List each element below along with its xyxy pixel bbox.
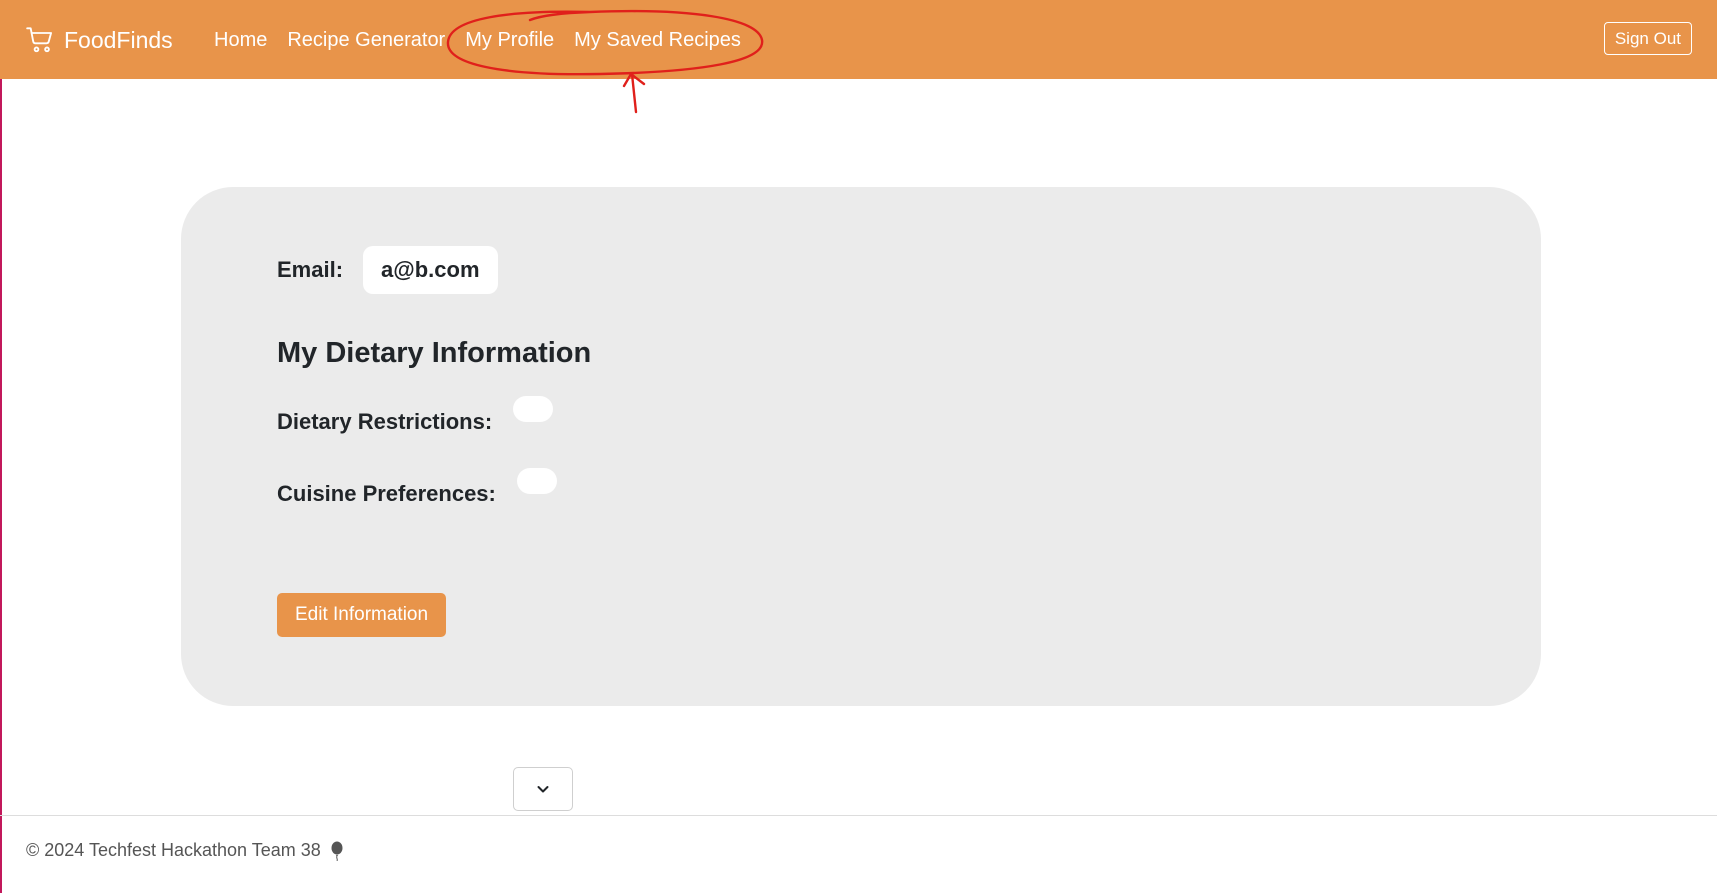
cart-icon — [26, 27, 53, 53]
dietary-restrictions-label: Dietary Restrictions: — [277, 409, 493, 434]
edit-information-button[interactable]: Edit Information — [277, 593, 447, 637]
footer-text: © 2024 Techfest Hackathon Team 38 — [26, 840, 321, 860]
dietary-section-title: My Dietary Information — [277, 337, 592, 369]
nav-links: Home Recipe Generator My Profile My Save… — [214, 26, 761, 54]
cuisine-preferences-label: Cuisine Preferences: — [277, 481, 496, 506]
footer-copyright: © 2024 Techfest Hackathon Team 38 — [26, 840, 345, 861]
email-row: Email: a@b.com — [277, 246, 498, 294]
sign-out-button[interactable]: Sign Out — [1603, 22, 1692, 55]
chevron-down-icon — [537, 786, 549, 793]
cuisine-preferences-row: Cuisine Preferences: — [277, 468, 557, 507]
balloon-icon — [331, 841, 343, 861]
top-navbar: FoodFinds Home Recipe Generator My Profi… — [0, 0, 1717, 79]
nav-link-recipe-generator[interactable]: Recipe Generator — [287, 26, 445, 54]
dietary-restrictions-row: Dietary Restrictions: — [277, 396, 554, 435]
page-footer: © 2024 Techfest Hackathon Team 38 — [0, 815, 1717, 893]
email-label: Email: — [277, 257, 344, 282]
nav-link-my-saved-recipes[interactable]: My Saved Recipes — [574, 26, 741, 54]
brand-link[interactable]: FoodFinds — [26, 24, 173, 56]
cuisine-preferences-value — [516, 468, 557, 494]
dropdown-toggle-button[interactable] — [513, 767, 573, 811]
nav-link-home[interactable]: Home — [214, 26, 267, 54]
profile-card: Email: a@b.com My Dietary Information Di… — [181, 187, 1541, 706]
email-value: a@b.com — [363, 246, 498, 294]
brand-name: FoodFinds — [64, 27, 173, 53]
window-left-edge — [0, 0, 2, 893]
nav-link-my-profile[interactable]: My Profile — [465, 26, 554, 54]
dietary-restrictions-value — [513, 396, 554, 422]
